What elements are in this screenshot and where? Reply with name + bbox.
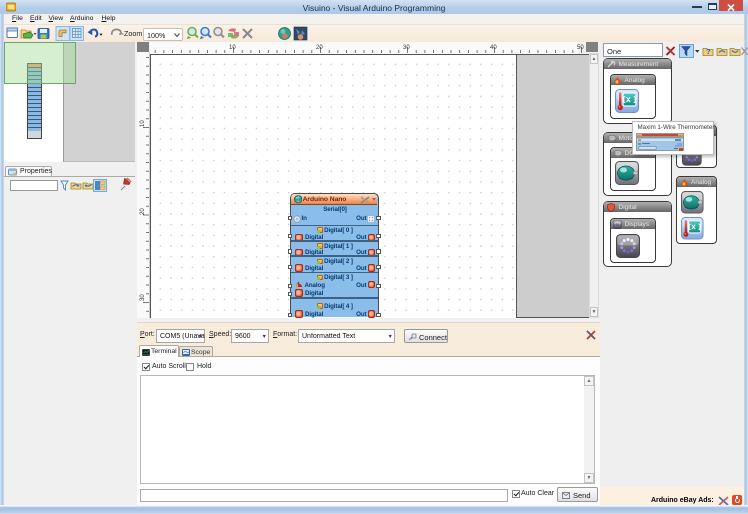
svg-text:?: ? (706, 47, 711, 56)
svg-text:50: 50 (577, 45, 584, 51)
svg-text:30: 30 (140, 294, 146, 301)
svg-text:10: 10 (229, 45, 236, 51)
svg-text:20: 20 (140, 208, 146, 215)
svg-text:30: 30 (403, 45, 410, 51)
svg-text:40: 40 (490, 45, 497, 51)
svg-text:20: 20 (316, 45, 323, 51)
svg-text:10: 10 (140, 120, 146, 127)
